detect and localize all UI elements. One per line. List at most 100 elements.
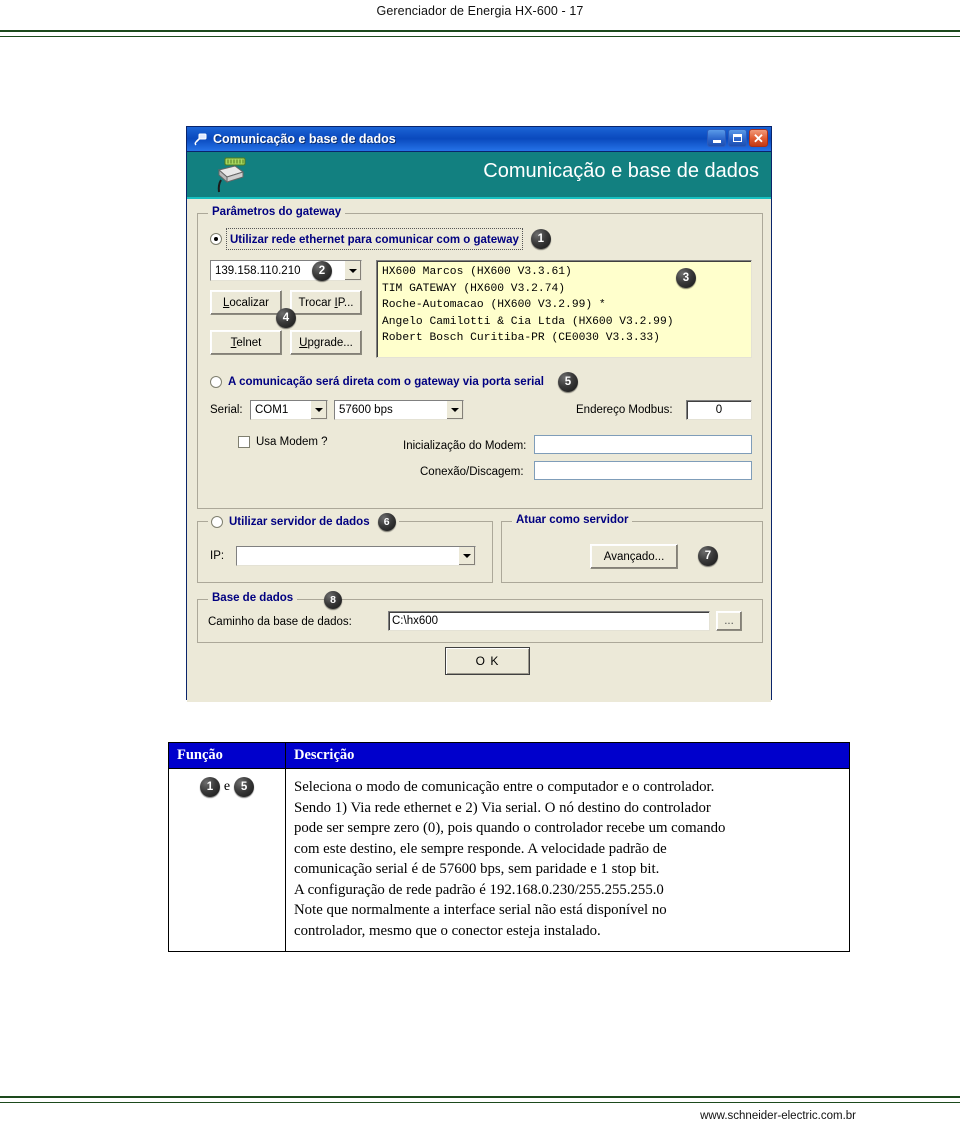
table-row: 1 e 5 Seleciona o modo de comunicação en… [168, 768, 850, 952]
chevron-down-icon[interactable] [344, 261, 361, 280]
ethernet-radio[interactable] [210, 233, 222, 245]
serial-radio-label: A comunicação será direta com o gateway … [228, 376, 544, 388]
description-line: controlador, mesmo que o conector esteja… [294, 922, 601, 939]
footer-url: www.schneider-electric.com.br [700, 1110, 856, 1122]
table-head: Função Descrição [168, 742, 850, 769]
description-line: comunicação serial é de 57600 bps, sem p… [294, 861, 660, 877]
table-body: 1 e 5 Seleciona o modo de comunicação en… [168, 768, 850, 952]
badge-separator: e [223, 779, 231, 794]
column-header-descricao: Descrição [285, 742, 850, 769]
list-item[interactable]: Robert Bosch Curitiba-PR (CE0030 V3.3.33… [382, 330, 746, 347]
modem-connector-icon [209, 156, 251, 199]
use-modem-checkbox[interactable] [238, 436, 250, 448]
database-path-value: C:\hx600 [392, 615, 439, 627]
serial-baud-combo[interactable]: 57600 bps [334, 400, 464, 420]
trocar-ip-label: Trocar IP... [298, 296, 354, 309]
callout-badge-8: 8 [324, 591, 342, 609]
dialog-body: Parâmetros do gateway Utilizar rede ethe… [187, 199, 771, 702]
arrow-glyph [463, 554, 471, 558]
close-button[interactable]: ✕ [749, 129, 768, 147]
callout-badge-5: 5 [234, 777, 255, 798]
arrow-glyph [451, 408, 459, 412]
callout-badge-5: 5 [557, 372, 578, 392]
data-server-ip-label: IP: [210, 550, 225, 562]
list-item[interactable]: Roche-Automacao (HX600 V3.2.99) * [382, 297, 746, 314]
data-server-legend: Utilizar servidor de dados [229, 516, 370, 528]
column-header-funcao: Função [168, 742, 286, 769]
serial-radio[interactable] [210, 376, 222, 388]
database-path-input[interactable]: C:\hx600 [388, 611, 710, 631]
gateway-group-legend: Parâmetros do gateway [208, 206, 346, 218]
database-browse-button[interactable]: ... [716, 611, 742, 631]
description-line: A configuração de rede padrão é 192.168.… [294, 881, 664, 898]
function-description-table: Função Descrição 1 e 5 Seleciona o modo … [168, 742, 850, 952]
gateway-ip-combo[interactable]: 139.158.110.210 [210, 260, 362, 281]
serial-port-value: COM1 [255, 404, 289, 416]
serial-port-combo[interactable]: COM1 [250, 400, 328, 420]
ethernet-radio-focus: Utilizar rede ethernet para comunicar co… [226, 228, 523, 250]
act-as-server-group: Atuar como servidor Avançado... 7 [501, 514, 763, 583]
page-header: Gerenciador de Energia HX-600 - 17 [0, 0, 960, 34]
localizar-button[interactable]: Localizar [210, 290, 282, 315]
data-server-radio[interactable] [211, 516, 223, 528]
database-legend: Base de dados [208, 592, 298, 604]
callout-badge-1: 1 [530, 229, 551, 249]
maximize-icon [733, 134, 742, 142]
window-controls: ✕ [707, 129, 768, 147]
table-header-row: Função Descrição [168, 742, 850, 769]
upgrade-label: Upgrade... [299, 336, 353, 349]
callout-badge-1: 1 [199, 777, 220, 798]
callout-badge-4: 4 [276, 308, 296, 328]
callout-badge-3: 3 [676, 268, 696, 288]
description-line: com este destino, ele sempre responde. A… [294, 840, 667, 857]
modem-dial-input[interactable] [534, 461, 752, 480]
description-line: pode ser sempre zero (0), pois quando o … [294, 820, 726, 836]
ok-label: O K [475, 654, 500, 668]
modbus-address-input[interactable]: 0 [686, 400, 752, 420]
chevron-down-icon[interactable] [310, 401, 327, 419]
modem-dial-label: Conexão/Discagem: [420, 466, 524, 478]
description-line: Sendo 1) Via rede ethernet e 2) Via seri… [294, 799, 711, 816]
function-cell: 1 e 5 [168, 768, 286, 952]
list-item[interactable]: Angelo Camilotti & Cia Ltda (HX600 V3.2.… [382, 314, 746, 331]
modbus-address-label: Endereço Modbus: [576, 404, 673, 416]
serial-radio-row: A comunicação será direta com o gateway … [210, 372, 578, 392]
use-modem-label: Usa Modem ? [256, 436, 328, 448]
description-cell: Seleciona o modo de comunicação entre o … [285, 768, 850, 952]
arrow-glyph [315, 408, 323, 412]
minimize-button[interactable] [707, 129, 726, 147]
dialog-banner: Comunicação e base de dados [187, 152, 771, 199]
trocar-ip-button[interactable]: Trocar IP... [290, 290, 362, 315]
callout-badge-7: 7 [698, 546, 718, 566]
ok-button[interactable]: O K [445, 647, 530, 675]
network-plug-icon [191, 129, 211, 149]
database-path-label: Caminho da base de dados: [208, 616, 352, 628]
modem-init-input[interactable] [534, 435, 752, 454]
modbus-address-value: 0 [715, 404, 723, 416]
page-title: Gerenciador de Energia HX-600 - 17 [376, 4, 584, 18]
advanced-label: Avançado... [603, 550, 665, 563]
maximize-button[interactable] [728, 129, 747, 147]
browse-label: ... [724, 615, 734, 627]
header-divider [0, 30, 960, 37]
callout-badge-2: 2 [312, 261, 332, 281]
communication-database-dialog: Comunicação e base de dados ✕ Comunicaçã… [186, 126, 772, 702]
advanced-button[interactable]: Avançado... [590, 544, 678, 569]
use-modem-row: Usa Modem ? [238, 436, 328, 448]
serial-baud-value: 57600 bps [339, 404, 393, 416]
telnet-button[interactable]: Telnet [210, 330, 282, 355]
data-server-legend-row: Utilizar servidor de dados 6 [208, 513, 399, 531]
banner-title: Comunicação e base de dados [483, 160, 759, 182]
gateway-parameters-group: Parâmetros do gateway Utilizar rede ethe… [197, 206, 763, 509]
data-server-ip-combo[interactable] [236, 546, 476, 566]
dialog-titlebar[interactable]: Comunicação e base de dados ✕ [187, 127, 771, 152]
chevron-down-icon[interactable] [458, 547, 475, 565]
ethernet-radio-row: Utilizar rede ethernet para comunicar co… [210, 228, 551, 250]
close-icon: ✕ [753, 130, 764, 146]
chevron-down-icon[interactable] [446, 401, 463, 419]
ethernet-radio-label: Utilizar rede ethernet para comunicar co… [230, 234, 519, 246]
arrow-glyph [349, 268, 357, 273]
upgrade-button[interactable]: Upgrade... [290, 330, 362, 355]
data-server-ip-value [237, 547, 458, 565]
callout-badge-6: 6 [377, 513, 396, 531]
